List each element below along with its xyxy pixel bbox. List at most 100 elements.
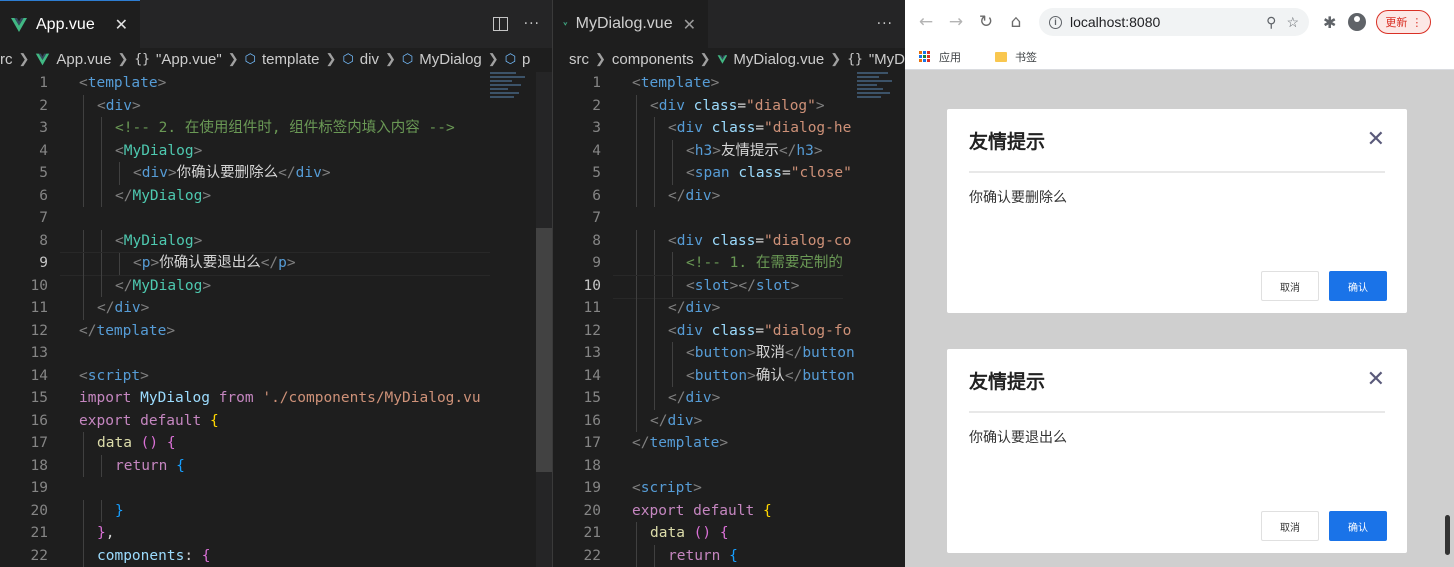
code-line[interactable]: 18 — [553, 455, 905, 478]
code-line[interactable]: 11 </div> — [0, 297, 552, 320]
profile-icon[interactable] — [1348, 13, 1367, 31]
zoom-icon[interactable]: ⚲ — [1266, 14, 1276, 31]
minimap[interactable] — [857, 70, 901, 140]
close-icon[interactable]: ✕ — [115, 15, 128, 34]
code-line[interactable]: 8 <MyDialog> — [0, 229, 552, 252]
code-token: data — [650, 525, 694, 541]
code-line[interactable]: 21}, — [0, 522, 552, 545]
breadcrumb-item[interactable]: MyDialog.vue — [733, 51, 824, 68]
code-line[interactable]: 13 <button>取消</button — [553, 342, 905, 365]
code-text: data () { — [97, 432, 176, 455]
code-line[interactable]: 5 <div>你确认要删除么</div> — [0, 162, 552, 185]
code-line[interactable]: 20 export default { — [553, 500, 905, 523]
breadcrumb-item[interactable]: src — [569, 51, 589, 68]
folder-icon[interactable] — [995, 51, 1007, 62]
code-line[interactable]: 12 </template> — [0, 320, 552, 343]
scrollbar-thumb[interactable] — [1445, 515, 1450, 555]
tab-app-vue[interactable]: App.vue ✕ — [0, 0, 140, 48]
code-line[interactable]: 16 export default { — [0, 410, 552, 433]
code-line[interactable]: 7 — [553, 207, 905, 230]
code-line[interactable]: 14 <button>确认</button — [553, 364, 905, 387]
code-line[interactable]: 3 <!-- 2. 在使用组件时, 组件标签内填入内容 --> — [0, 117, 552, 140]
code-line[interactable]: 2 <div class="dialog"> — [553, 94, 905, 117]
code-line[interactable]: 17 </template> — [553, 432, 905, 455]
breadcrumb-item[interactable]: "MyD — [869, 51, 905, 68]
reload-icon[interactable]: ↻ — [971, 12, 1001, 32]
forward-arrow-icon[interactable]: → — [941, 12, 971, 32]
code-line[interactable]: 18 return { — [0, 454, 552, 477]
code-line[interactable]: 1 <template> — [0, 72, 552, 95]
breadcrumb-item[interactable]: MyDialog — [419, 51, 482, 68]
code-line[interactable]: 17 data () { — [0, 432, 552, 455]
breadcrumb-item[interactable]: "App.vue" — [156, 51, 222, 68]
code-line[interactable]: 16 </div> — [553, 409, 905, 432]
breadcrumb-item[interactable]: div — [360, 51, 379, 68]
code-line[interactable]: 19 — [0, 477, 552, 500]
more-actions-icon[interactable]: ··· — [524, 16, 540, 32]
code-line[interactable]: 22 components: { — [0, 544, 552, 567]
code-line[interactable]: 14 <script> — [0, 365, 552, 388]
star-icon[interactable]: ☆ — [1286, 14, 1299, 31]
confirm-button[interactable]: 确认 — [1329, 511, 1387, 541]
breadcrumb-item[interactable]: components — [612, 51, 694, 68]
close-icon[interactable]: ✕ — [1367, 127, 1385, 152]
code-line[interactable]: 12 <div class="dialog-fo — [553, 319, 905, 342]
breadcrumb-item[interactable]: App.vue — [56, 51, 111, 68]
code-line[interactable]: 8 <div class="dialog-co — [553, 229, 905, 252]
minimap[interactable] — [490, 70, 534, 140]
code-line[interactable]: 20} — [0, 499, 552, 522]
address-bar[interactable]: i localhost:8080 ⚲ ☆ — [1039, 8, 1309, 36]
breadcrumb-item[interactable]: rc — [0, 51, 13, 68]
back-arrow-icon[interactable]: ← — [911, 12, 941, 32]
code-line[interactable]: 21 data () { — [553, 522, 905, 545]
code-line[interactable]: 7 — [0, 207, 552, 230]
scrollbar-thumb[interactable] — [536, 228, 552, 472]
code-line[interactable]: 3 <div class="dialog-he — [553, 117, 905, 140]
code-area[interactable]: 1 <template> 2 <div> 3 <!-- 2. 在使用组件时, 组件标签内填… — [0, 72, 552, 567]
close-icon[interactable]: ✕ — [683, 15, 696, 34]
bookmark-folder[interactable]: 书签 — [1015, 49, 1037, 65]
cancel-button[interactable]: 取消 — [1261, 271, 1319, 301]
home-icon[interactable]: ⌂ — [1001, 12, 1031, 32]
code-line[interactable]: 2 <div> — [0, 94, 552, 117]
update-button[interactable]: 更新 ⋮ — [1376, 10, 1432, 34]
code-line[interactable]: 15 import MyDialog from './components/MyD… — [0, 387, 552, 410]
indent-guide — [636, 184, 637, 207]
cancel-button[interactable]: 取消 — [1261, 511, 1319, 541]
code-area[interactable]: 1 <template> 2 <div class="dialog"> 3 <div cl… — [553, 72, 905, 567]
close-icon[interactable]: ✕ — [1367, 367, 1385, 392]
tab-mydialog-vue[interactable]: MyDialog.vue ✕ — [553, 0, 708, 48]
code-line[interactable]: 6 </div> — [553, 184, 905, 207]
code-token: { — [209, 412, 219, 429]
code-line[interactable]: 4 <h3>友情提示</h3> — [553, 139, 905, 162]
code-line[interactable]: 6 </MyDialog> — [0, 184, 552, 207]
indent-guide — [654, 387, 655, 410]
code-line[interactable]: 22 return { — [553, 544, 905, 567]
code-line[interactable]: 9 <!-- 1. 在需要定制的 — [553, 252, 905, 275]
breadcrumb-item[interactable]: template — [262, 51, 320, 68]
code-line[interactable]: 19 <script> — [553, 477, 905, 500]
breadcrumb-item[interactable]: p — [522, 51, 530, 68]
code-line[interactable]: 13 — [0, 342, 552, 365]
code-line[interactable]: 9 <p>你确认要退出么</p> — [0, 252, 552, 276]
info-icon[interactable]: i — [1049, 15, 1062, 29]
code-line[interactable]: 4 <MyDialog> — [0, 139, 552, 162]
code-token: { — [729, 547, 738, 564]
split-editor-icon[interactable] — [492, 17, 508, 31]
code-text: </template> — [632, 432, 728, 455]
extensions-icon[interactable]: ✱ — [1323, 13, 1336, 32]
apps-grid-icon[interactable] — [919, 50, 931, 63]
code-token: () — [693, 525, 712, 541]
code-line[interactable]: 15 </div> — [553, 387, 905, 410]
bookmark-apps[interactable]: 应用 — [939, 49, 961, 65]
code-line[interactable]: 10 </MyDialog> — [0, 274, 552, 297]
more-actions-icon[interactable]: ··· — [877, 16, 893, 32]
tab-label: MyDialog.vue — [575, 15, 673, 32]
code-token: < — [686, 165, 695, 181]
scrollbar[interactable] — [536, 72, 552, 567]
code-line[interactable]: 5 <span class="close" — [553, 162, 905, 185]
code-line[interactable]: 1 <template> — [553, 72, 905, 95]
code-line[interactable]: 10 <slot></slot> — [553, 274, 905, 298]
code-line[interactable]: 11 </div> — [553, 297, 905, 320]
confirm-button[interactable]: 确认 — [1329, 271, 1387, 301]
